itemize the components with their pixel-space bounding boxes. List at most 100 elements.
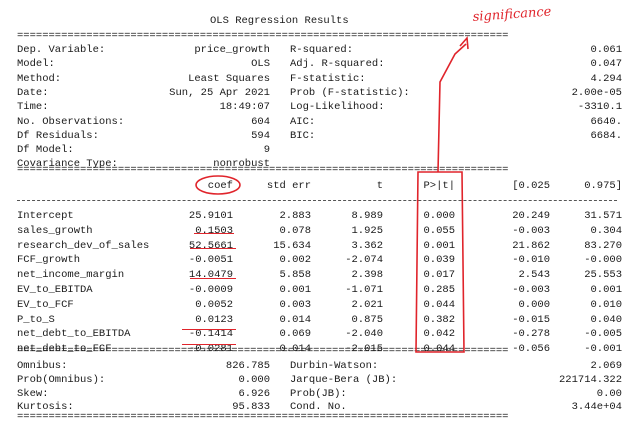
ci-high-cell: 0.001 [590, 284, 622, 296]
ci-high-cell: 0.304 [590, 224, 622, 237]
variable-name: Intercept [17, 210, 74, 222]
diagnostic-label: Prob(JB): [290, 387, 347, 400]
page-title: OLS Regression Results [210, 15, 349, 27]
ci-high-cell: -0.005 [584, 328, 622, 341]
diagnostic-value: 826.785 [225, 360, 270, 372]
diagnostic-value: 221714.322 [558, 373, 622, 386]
model-info-value: Sun, 25 Apr 2021 [169, 86, 270, 99]
ols-results-document: OLS Regression Results =================… [0, 0, 640, 424]
p-value-cell: 0.017 [423, 269, 455, 282]
model-info-value: 4.294 [590, 72, 622, 85]
model-info-label: R-squared: [290, 44, 354, 56]
p-value-cell: 0.382 [423, 313, 455, 326]
std-err-cell: 0.001 [279, 284, 311, 296]
single-separator [17, 200, 617, 201]
model-info-value: 594 [251, 129, 270, 142]
coef-cell: 0.0052 [195, 298, 233, 311]
model-info-value: 604 [251, 115, 270, 128]
model-info-value: 2.00e-05 [571, 86, 622, 99]
model-info-label: Dep. Variable: [17, 44, 106, 56]
model-info-value: 0.061 [590, 44, 622, 56]
ci-high-cell: 31.571 [584, 210, 622, 222]
variable-name: net_income_margin [17, 269, 125, 282]
ci-low-cell: 20.249 [512, 210, 550, 222]
model-info-label: Date: [17, 86, 49, 99]
model-info-label: Df Model: [17, 144, 74, 157]
ci-high-cell: 0.040 [590, 313, 622, 326]
diagnostic-label: Jarque-Bera (JB): [290, 373, 398, 386]
model-info-label: Adj. R-squared: [290, 58, 385, 71]
variable-name: EV_to_FCF [17, 298, 74, 311]
double-separator: ========================================… [17, 345, 509, 357]
ci-low-cell: -0.015 [512, 313, 550, 326]
diagnostic-label: Omnibus: [17, 360, 68, 372]
ci-high-cell: -0.000 [584, 254, 622, 267]
double-separator: ========================================… [17, 411, 509, 423]
model-info-label: F-statistic: [290, 72, 366, 85]
model-info-value: Least Squares [188, 72, 270, 85]
variable-name: net_debt_to_EBITDA [17, 328, 131, 341]
diagnostic-label: Skew: [17, 387, 49, 400]
t-stat-cell: 2.021 [351, 298, 383, 311]
double-separator: ========================================… [17, 30, 509, 42]
coef-cell: -0.0009 [188, 284, 233, 296]
std-err-cell: 0.078 [279, 224, 311, 237]
model-info-value: 6684. [590, 129, 622, 142]
t-stat-cell: 0.875 [351, 313, 383, 326]
model-info-value: 9 [263, 144, 270, 157]
variable-name: P_to_S [17, 313, 55, 326]
std-err-cell: 2.883 [279, 210, 311, 222]
p-value-cell: 0.039 [423, 254, 455, 267]
model-info-value: price_growth [194, 44, 270, 56]
underline-sales-growth-coef [194, 233, 234, 234]
model-info-label: Time: [17, 101, 49, 114]
underline-net-debt-ebitda-coef [182, 329, 236, 330]
ci-low-cell: -0.003 [512, 284, 550, 296]
model-info-value: 18:49:07 [219, 101, 270, 114]
double-separator: ========================================… [17, 164, 509, 176]
model-info-label: Model: [17, 58, 55, 71]
std-err-cell: 0.003 [279, 298, 311, 311]
header-coef: coef [207, 180, 233, 192]
coef-cell: 14.0479 [188, 269, 233, 282]
ci-low-cell: -0.010 [512, 254, 550, 267]
coef-cell: -0.1414 [188, 328, 233, 341]
diagnostic-value: 0.00 [596, 387, 622, 400]
t-stat-cell: 1.925 [351, 224, 383, 237]
underline-net-debt-fcf-coef [182, 344, 236, 345]
ci-low-cell: -0.278 [512, 328, 550, 341]
model-info-label: Prob (F-statistic): [290, 86, 410, 99]
t-stat-cell: -1.071 [345, 284, 383, 296]
coef-cell: 0.0123 [195, 313, 233, 326]
header-t: t [376, 180, 383, 192]
model-info-value: 0.047 [590, 58, 622, 71]
t-stat-cell: -2.040 [345, 328, 383, 341]
variable-name: EV_to_EBITDA [17, 284, 93, 296]
model-info-label: Df Residuals: [17, 129, 99, 142]
diagnostic-value: 6.926 [238, 387, 270, 400]
header-ci-low: [0.025 [512, 180, 550, 192]
annotation-arrow-line [437, 43, 467, 173]
ci-high-cell: 0.010 [590, 298, 622, 311]
ci-high-cell: 83.270 [584, 239, 622, 252]
diagnostic-label: Prob(Omnibus): [17, 373, 106, 386]
coef-cell: 52.5661 [188, 239, 233, 252]
ci-low-cell: -0.003 [512, 224, 550, 237]
t-stat-cell: 3.362 [351, 239, 383, 252]
coef-cell: 0.1503 [195, 224, 233, 237]
underline-research-dev-coef [190, 248, 236, 249]
t-stat-cell: -2.074 [345, 254, 383, 267]
model-info-label: No. Observations: [17, 115, 125, 128]
variable-name: research_dev_of_sales [17, 239, 150, 252]
model-info-value: 6640. [590, 115, 622, 128]
std-err-cell: 5.858 [279, 269, 311, 282]
model-info-value: -3310.1 [577, 101, 622, 114]
std-err-cell: 15.634 [273, 239, 311, 252]
header-std-err: std err [266, 180, 311, 192]
coef-cell: -0.0051 [188, 254, 233, 267]
ci-low-cell: 0.000 [518, 298, 550, 311]
p-value-cell: 0.044 [423, 298, 455, 311]
model-info-value: OLS [251, 58, 270, 71]
variable-name: sales_growth [17, 224, 93, 237]
p-value-cell: 0.285 [423, 284, 455, 296]
